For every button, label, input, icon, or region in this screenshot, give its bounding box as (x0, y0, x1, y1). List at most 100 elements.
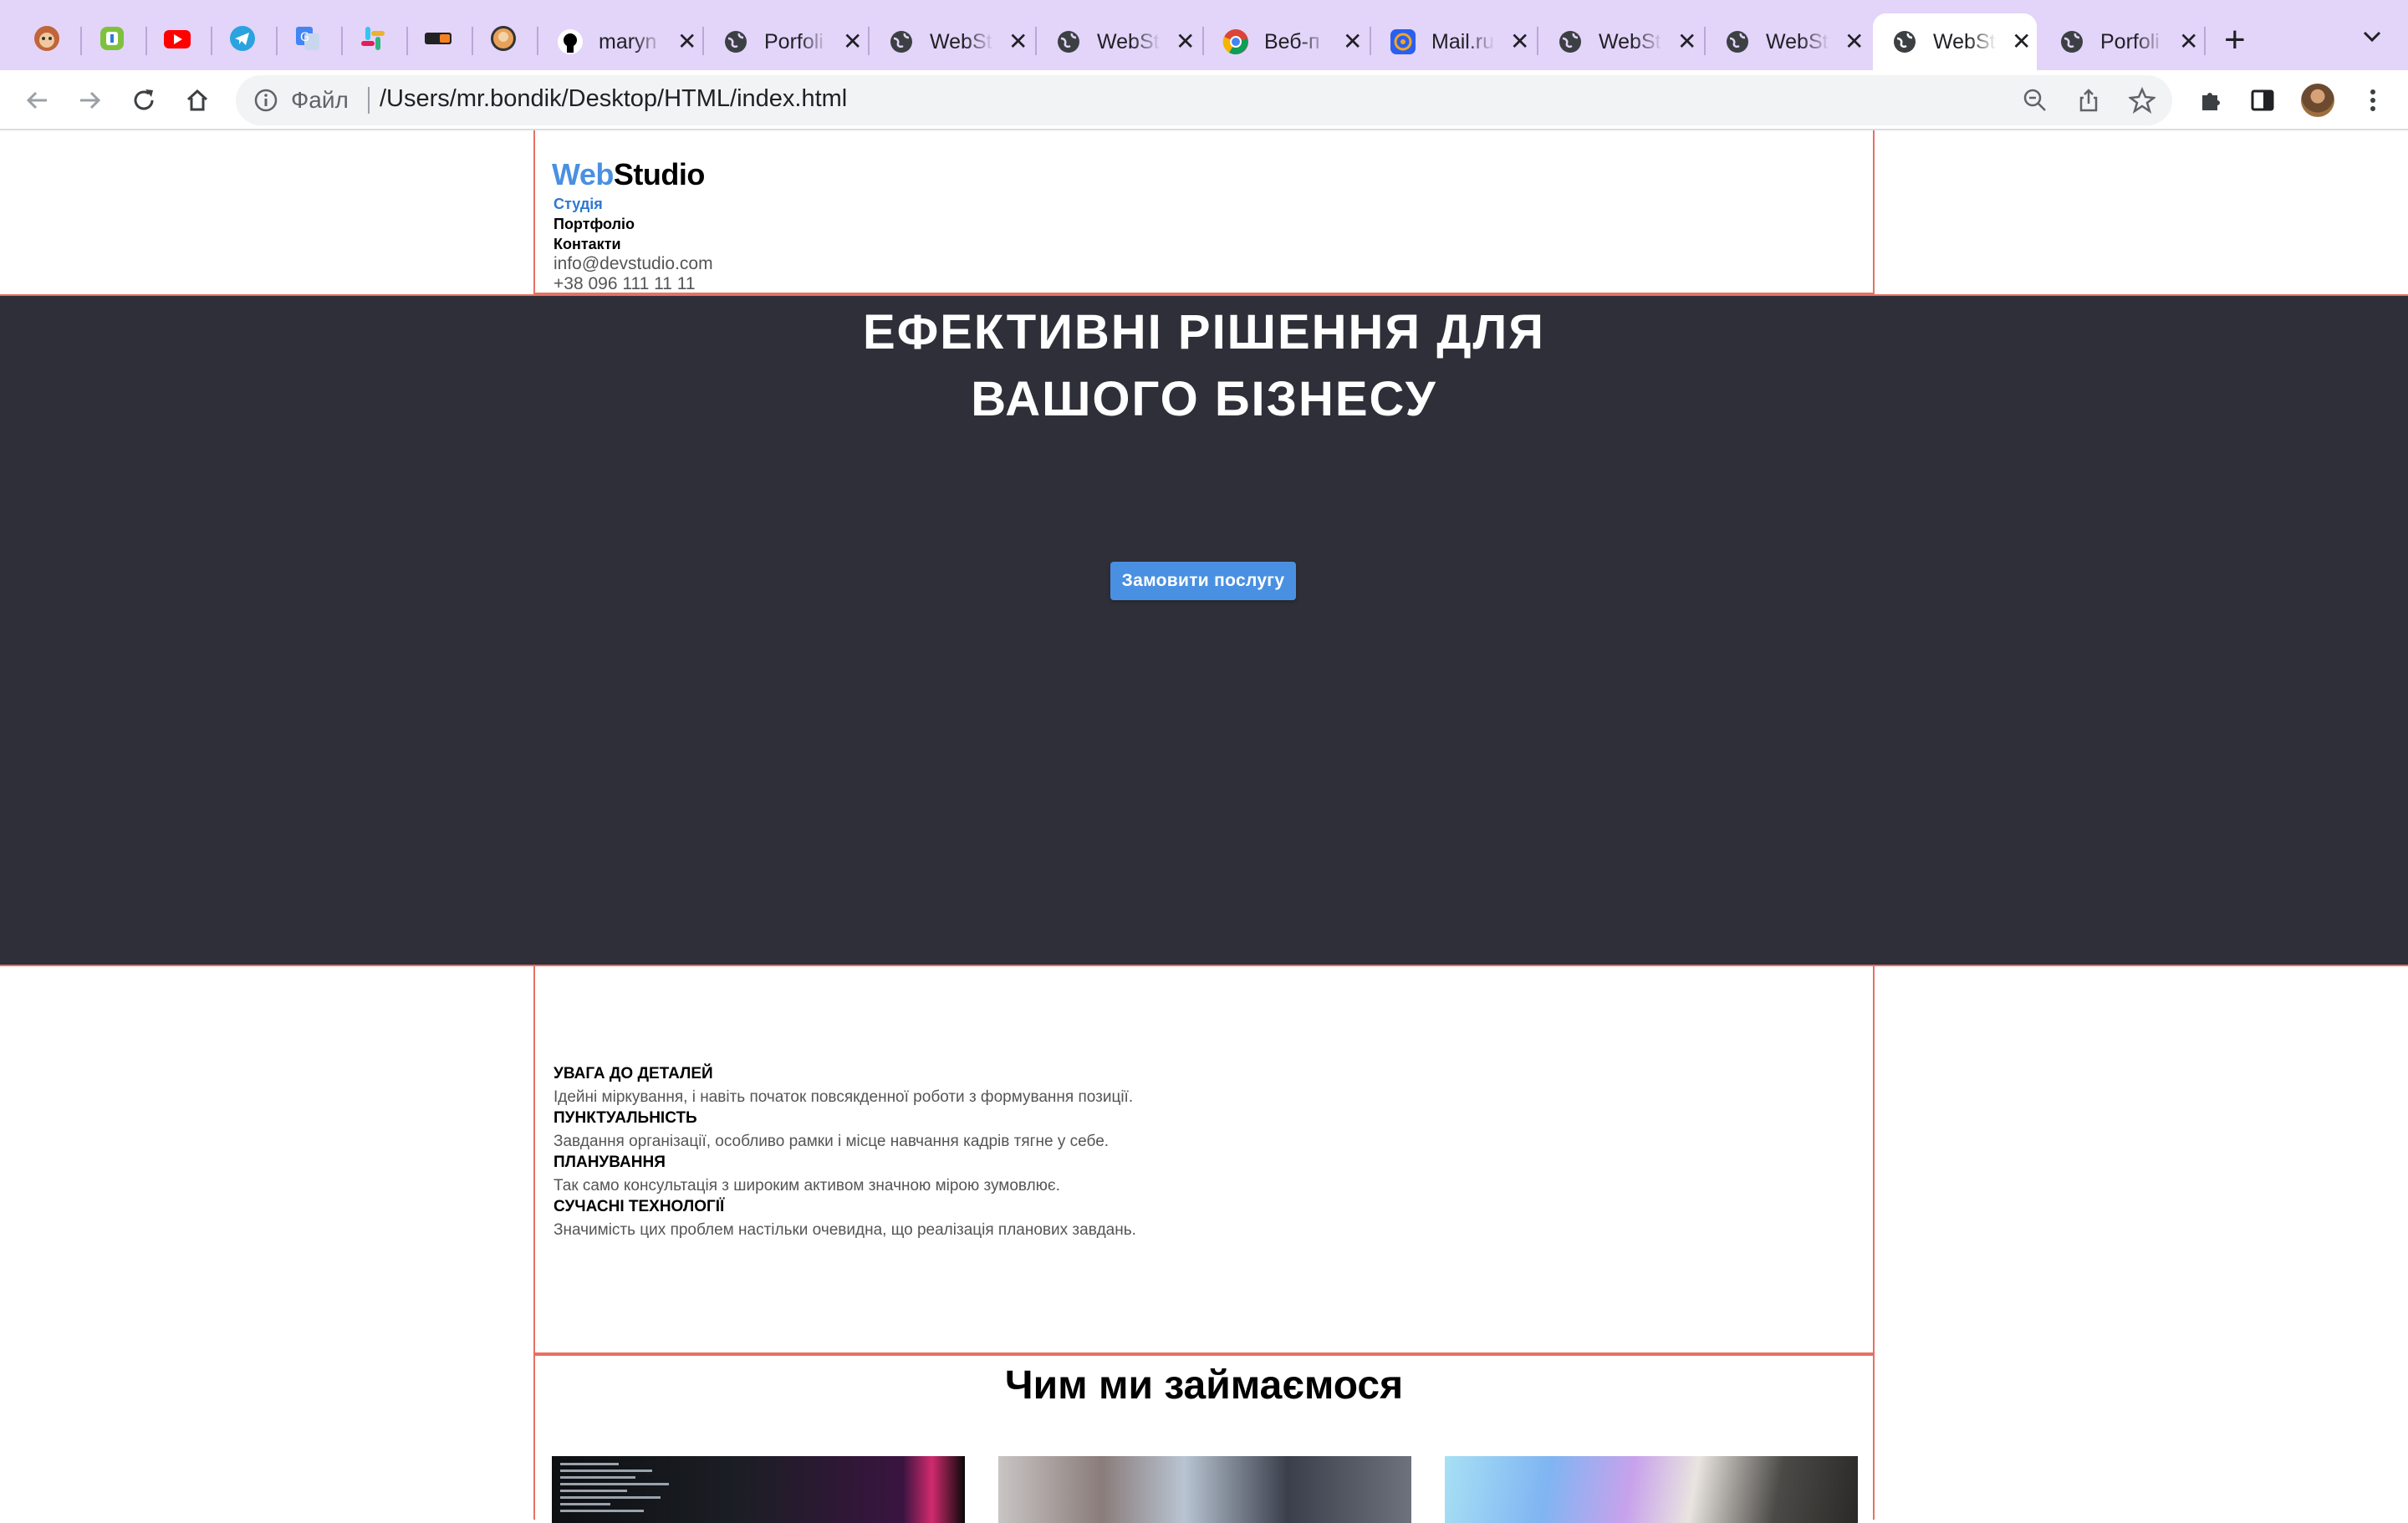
pinned-tab-monkey-icon[interactable] (28, 20, 65, 57)
globe-icon (722, 28, 749, 55)
tab-separator (80, 27, 82, 55)
feature-item: Сучасні технології Значимість цих пробле… (554, 1198, 1136, 1240)
tab-separator (276, 27, 278, 55)
logo-part-studio: Studio (613, 157, 705, 191)
scheme-label: Файл (291, 87, 349, 113)
hero-title-line-1: Ефективні рішення для (863, 305, 1545, 359)
chrome-icon (1222, 28, 1249, 55)
pinned-tab-telegram-icon[interactable] (224, 20, 261, 57)
order-service-button[interactable]: Замовити послугу (1110, 562, 1296, 600)
tab-close-icon[interactable]: ✕ (1176, 30, 1195, 53)
back-arrow-icon[interactable] (20, 84, 54, 117)
tab-close-icon[interactable]: ✕ (2012, 30, 2031, 53)
tab-separator (145, 27, 147, 55)
service-image-code (552, 1456, 965, 1523)
hero-title: Ефективні рішення для вашого бізнесу (0, 299, 2408, 433)
logo-part-web: Web (552, 157, 614, 191)
hero-title-line-2: вашого бізнесу (971, 372, 1437, 426)
tab-separator (406, 27, 408, 55)
feature-item: Планування Так само консультація з широк… (554, 1154, 1060, 1195)
pinned-tab-slack-icon[interactable] (355, 20, 391, 57)
mail-icon (1390, 28, 1416, 55)
pinned-tab-idea-icon[interactable] (94, 20, 130, 57)
share-icon[interactable] (2072, 84, 2105, 117)
feature-heading: Увага до деталей (554, 1065, 713, 1082)
tab-strip: G maryn ✕ Porfoli ✕ WebSt ✕ WebSt ✕ Веб-… (0, 0, 2408, 70)
tab-title: maryn (599, 29, 657, 53)
site-info-icon[interactable] (253, 87, 279, 114)
feature-heading: Планування (554, 1154, 666, 1171)
feature-text: Ідейні міркування, і навіть початок повс… (554, 1088, 1134, 1106)
feature-heading: Пунктуальність (554, 1109, 697, 1127)
nav-link-portfolio[interactable]: Портфоліо (554, 214, 635, 234)
globe-icon (888, 28, 915, 55)
pinned-tab-translate-icon[interactable]: G (289, 20, 326, 57)
feature-text: Так само консультація з широким активом … (554, 1177, 1060, 1194)
pinned-tab-profile-icon[interactable] (485, 20, 522, 57)
site-logo[interactable]: WebStudio (552, 157, 705, 192)
zoom-out-icon[interactable] (2018, 84, 2052, 117)
tab-title: WebSt (1933, 29, 1996, 53)
services-title: Чим ми займаємося (1004, 1363, 1404, 1408)
hero-section: Ефективні рішення для вашого бізнесу Зам… (0, 294, 2408, 966)
address-divider (368, 87, 370, 114)
contact-phone-link[interactable]: +38 096 111 11 11 (554, 274, 713, 294)
browser-menu-kebab-icon[interactable] (2356, 84, 2390, 117)
browser-tab[interactable]: Porfoli ✕ (2040, 13, 2204, 70)
pinned-tab-youtube-icon[interactable] (159, 20, 196, 57)
profile-avatar[interactable] (2301, 84, 2334, 117)
globe-icon (1891, 28, 1918, 55)
browser-tab[interactable]: Porfoli ✕ (704, 13, 868, 70)
tab-title: WebSt (930, 29, 992, 53)
tab-close-icon[interactable]: ✕ (1343, 30, 1362, 53)
globe-icon (1557, 28, 1584, 55)
web-page: WebStudio Студія Портфоліо Контакти info… (0, 130, 2408, 1523)
tab-separator (472, 27, 473, 55)
tab-title: WebSt (1766, 29, 1829, 53)
tab-title: Веб-п (1264, 29, 1320, 53)
browser-tab[interactable]: maryn ✕ (538, 13, 702, 70)
url-text[interactable]: /Users/mr.bondik/Desktop/HTML/index.html (380, 85, 847, 113)
features-section: Увага до деталей Ідейні міркування, і на… (533, 966, 1875, 1356)
tab-title: Porfoli (2100, 29, 2160, 53)
browser-tab[interactable]: WebSt ✕ (1706, 13, 1870, 70)
new-tab-plus-icon[interactable]: + (2224, 22, 2246, 59)
tab-close-icon[interactable]: ✕ (2179, 30, 2198, 53)
pinned-tab-video-icon[interactable] (420, 20, 457, 57)
tab-close-icon[interactable]: ✕ (1008, 30, 1028, 53)
feature-item: Пунктуальність Завдання організації, осо… (554, 1109, 1109, 1151)
forward-arrow-icon[interactable] (74, 84, 107, 117)
browser-tab[interactable]: WebSt ✕ (870, 13, 1033, 70)
extensions-puzzle-icon[interactable] (2194, 84, 2227, 117)
side-panel-icon[interactable] (2246, 84, 2279, 117)
nav-link-contacts[interactable]: Контакти (554, 234, 635, 254)
bookmark-star-icon[interactable] (2125, 84, 2159, 117)
globe-icon (1724, 28, 1751, 55)
tab-title: WebSt (1599, 29, 1661, 53)
svg-text:G: G (300, 31, 309, 44)
tab-close-icon[interactable]: ✕ (677, 30, 696, 53)
feature-text: Завдання організації, особливо рамки і м… (554, 1133, 1110, 1150)
browser-tab[interactable]: WebSt ✕ (1538, 13, 1702, 70)
tab-close-icon[interactable]: ✕ (1510, 30, 1529, 53)
tab-separator (2204, 27, 2206, 55)
tab-close-icon[interactable]: ✕ (1844, 30, 1864, 53)
home-icon[interactable] (181, 84, 214, 117)
tab-separator (211, 27, 212, 55)
tab-title: Mail.ru (1431, 29, 1495, 53)
reload-icon[interactable] (127, 84, 161, 117)
tab-search-chevron-down-icon[interactable] (2361, 25, 2383, 53)
contact-email-link[interactable]: info@devstudio.com (554, 254, 713, 274)
browser-tab[interactable]: Веб-п ✕ (1204, 13, 1368, 70)
tab-close-icon[interactable]: ✕ (1677, 30, 1696, 53)
browser-tab[interactable]: WebSt ✕ (1037, 13, 1201, 70)
service-image-workspace (998, 1456, 1411, 1523)
tab-title: Porfoli (764, 29, 824, 53)
address-bar[interactable]: Файл /Users/mr.bondik/Desktop/HTML/index… (236, 75, 2172, 125)
feature-heading: Сучасні технології (554, 1198, 725, 1215)
nav-link-studio[interactable]: Студія (554, 194, 635, 214)
tab-close-icon[interactable]: ✕ (843, 30, 862, 53)
services-section: Чим ми займаємося (533, 1352, 1875, 1523)
browser-tab-active[interactable]: WebSt ✕ (1873, 13, 2037, 70)
browser-tab[interactable]: Mail.ru ✕ (1371, 13, 1535, 70)
